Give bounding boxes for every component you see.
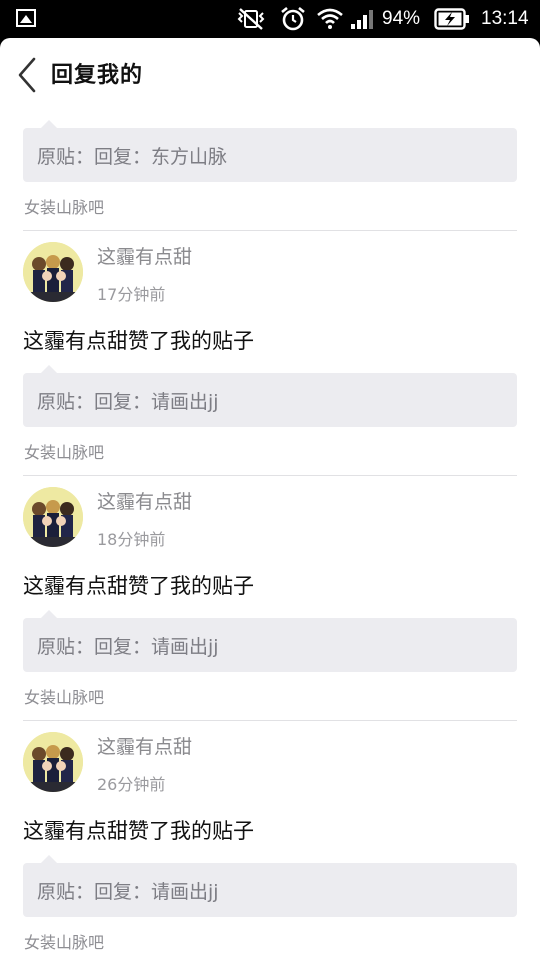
avatar-image	[23, 487, 83, 547]
username[interactable]: 这霾有点甜	[97, 242, 192, 269]
username[interactable]: 这霾有点甜	[97, 487, 192, 514]
divider	[23, 230, 517, 231]
notification-text: 这霾有点甜赞了我的贴子	[23, 574, 254, 598]
title-bar: 回复我的	[0, 38, 540, 112]
username[interactable]: 这霾有点甜	[97, 732, 192, 759]
page-title: 回复我的	[51, 63, 144, 88]
avatar-image	[23, 732, 83, 792]
quote-text: 原贴：回复：东方山脉	[37, 146, 228, 168]
original-post-quote[interactable]: 原贴：回复：请画出jj	[23, 855, 517, 917]
original-post-quote[interactable]: 原贴：回复：请画出jj	[23, 365, 517, 427]
alarm-icon	[281, 6, 305, 31]
gallery-notification-icon	[16, 9, 36, 27]
avatar[interactable]	[23, 242, 83, 302]
timestamp: 18分钟前	[97, 530, 166, 549]
battery-percentage: 94%	[382, 8, 421, 29]
app-window: 回复我的 原贴：回复：东方山脉 女装山脉吧 这霾有点甜 17分钟前 这霾有点甜赞…	[0, 38, 540, 960]
divider	[23, 475, 517, 476]
quote-text: 原贴：回复：请画出jj	[37, 391, 219, 413]
timestamp: 26分钟前	[97, 775, 166, 794]
timestamp: 17分钟前	[97, 285, 166, 304]
battery-charging-icon	[434, 8, 469, 30]
original-post-quote[interactable]: 原贴：回复：东方山脉	[23, 120, 517, 182]
divider	[23, 720, 517, 721]
original-post-quote[interactable]: 原贴：回复：请画出jj	[23, 610, 517, 672]
back-button[interactable]	[14, 56, 42, 94]
clock: 13:14	[481, 8, 529, 29]
status-bar: 94% 13:14	[0, 0, 540, 38]
forum-name[interactable]: 女装山脉吧	[24, 439, 104, 463]
quote-text: 原贴：回复：请画出jj	[37, 881, 219, 903]
wifi-icon	[317, 8, 343, 29]
vibrate-off-icon	[237, 8, 265, 30]
notification-text: 这霾有点甜赞了我的贴子	[23, 329, 254, 353]
avatar-image	[23, 242, 83, 302]
forum-name[interactable]: 女装山脉吧	[24, 684, 104, 708]
quote-text: 原贴：回复：请画出jj	[37, 636, 219, 658]
forum-name[interactable]: 女装山脉吧	[24, 194, 104, 218]
avatar[interactable]	[23, 732, 83, 792]
signal-icon	[351, 10, 373, 29]
notification-text: 这霾有点甜赞了我的贴子	[23, 819, 254, 843]
avatar[interactable]	[23, 487, 83, 547]
forum-name[interactable]: 女装山脉吧	[24, 929, 104, 953]
